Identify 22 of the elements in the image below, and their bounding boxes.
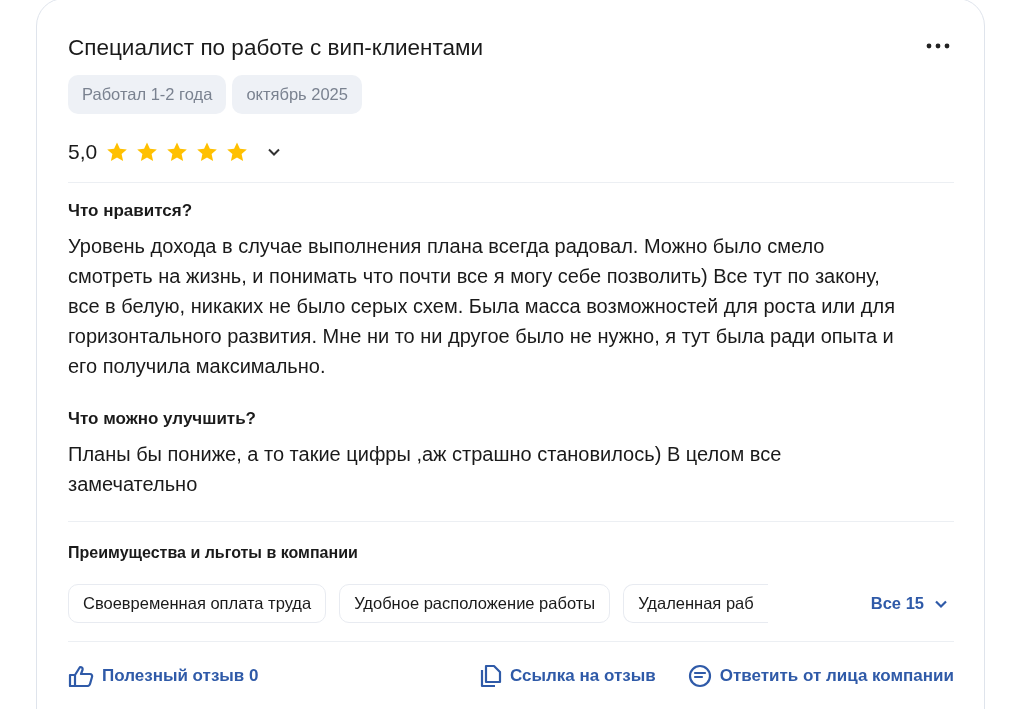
benefits-heading: Преимущества и льготы в компании	[68, 544, 359, 562]
review-text: Уровень дохода в случае выполнения плана всегда радовал. Можно было смело смотреть на жизнь, и понимать что почти все я могу себе позволить) Все тут по закону, все в белую, никаких не было серых схем. Была масса возможностей для роста или для горизонтального развития. Мне ни то ни другое было не нужно, я тут была ради опыта и его получила максимально.	[68, 234, 896, 379]
review-title: Специалист по работе с вип-клиентами	[68, 34, 484, 61]
chevron-down-icon[interactable]	[267, 147, 282, 157]
section-heading: Что можно улучшить?	[68, 409, 257, 429]
info-tag: Работал 1-2 года	[68, 75, 227, 114]
action-link[interactable]: Ответить от лица компании	[687, 664, 954, 688]
review-text: Планы бы пониже, а то такие цифры ,аж страшно становилось) В целом все замечательно	[68, 442, 783, 497]
thumbs-up-icon	[68, 665, 94, 687]
more-icon	[926, 43, 950, 49]
benefit-tag: Удобное расположение работы	[339, 584, 611, 623]
show-all-button[interactable]: Все 15	[870, 594, 948, 613]
benefit-tag: Своевременная оплата труда	[68, 584, 327, 623]
copy-icon	[480, 664, 503, 688]
section-heading: Что нравится?	[68, 201, 194, 221]
info-tag: октябрь 2025	[232, 75, 362, 114]
rating-score: 5,0	[68, 140, 98, 164]
comment-icon	[687, 664, 712, 688]
action-link[interactable]: Полезный отзыв 0	[68, 665, 259, 687]
action-link[interactable]: Ссылка на отзыв	[480, 664, 656, 688]
chevron-down-icon	[934, 598, 948, 609]
benefit-tag: Удаленная раб	[623, 584, 768, 623]
